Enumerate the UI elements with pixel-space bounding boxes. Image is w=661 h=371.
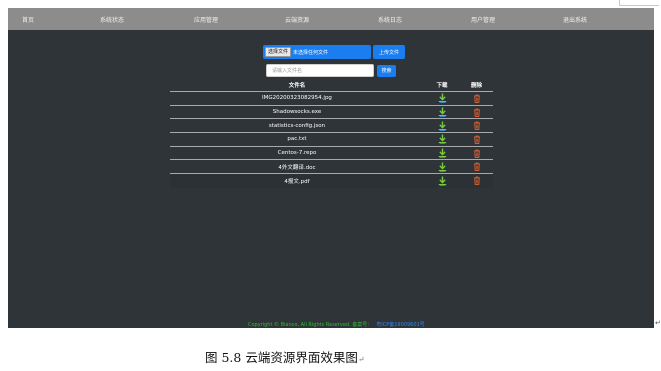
file-table: 文件名 下载 删除 IMG20200323082954.jpg Shadowsoc… [170, 78, 493, 188]
icp-link[interactable]: 粤ICP备19009601号 [376, 322, 424, 328]
choose-file-button[interactable]: 选择文件 [265, 47, 292, 57]
upload-button[interactable]: 上传文件 [373, 45, 405, 59]
download-icon[interactable] [424, 162, 460, 172]
download-icon[interactable] [424, 176, 460, 186]
header-delete: 删除 [470, 82, 482, 89]
page-corner-mark [619, 0, 659, 6]
table-row: 4外文翻译.doc [170, 160, 493, 175]
file-name: Centos-7.repo [277, 150, 317, 157]
file-name: pac.txt [287, 136, 307, 143]
delete-icon[interactable] [460, 94, 493, 103]
top-navbar: 首页 系统状态 应用管理 云端资源 系统日志 用户管理 退出系统 [8, 8, 654, 30]
file-name: Shadowsocks.exe [272, 109, 322, 116]
table-row: Shadowsocks.exe [170, 106, 493, 120]
copyright-text: Copyright © Bianco, All Rights Reserved.… [248, 322, 373, 328]
file-name: statistics-config.json [268, 122, 326, 129]
table-row: pac.txt [170, 133, 493, 147]
download-icon[interactable] [424, 121, 460, 131]
delete-icon[interactable] [460, 108, 493, 117]
header-filename: 文件名 [288, 82, 306, 89]
upload-row: 选择文件 未选择任何文件 上传文件 [263, 45, 405, 59]
file-name: IMG20200323082954.jpg [262, 95, 332, 102]
file-input[interactable]: 选择文件 未选择任何文件 [263, 45, 371, 59]
nav-system-log[interactable]: 系统日志 [378, 15, 402, 24]
nav-logout[interactable]: 退出系统 [563, 15, 587, 24]
delete-icon[interactable] [460, 121, 493, 131]
table-row: IMG20200323082954.jpg [170, 92, 493, 106]
table-body: IMG20200323082954.jpg Shadowsocks.exe stat… [170, 92, 493, 188]
nav-app-manage[interactable]: 应用管理 [194, 15, 218, 24]
search-button[interactable]: 搜索 [377, 64, 396, 77]
delete-icon[interactable] [460, 149, 493, 158]
nav-user-manage[interactable]: 用户管理 [471, 15, 495, 24]
file-name: 4外文翻译.doc [278, 164, 316, 171]
search-row: 请输入文件名 搜索 [266, 64, 396, 77]
table-row: Centos-7.repo [170, 147, 493, 161]
download-icon[interactable] [424, 93, 460, 104]
nav-home[interactable]: 首页 [22, 15, 34, 24]
nav-cloud-resources[interactable]: 云端资源 [285, 15, 309, 24]
caption-paragraph-mark: ↵ [357, 355, 365, 364]
table-header: 文件名 下载 删除 [170, 78, 493, 92]
caption-text: 图 5.8 云端资源界面效果图 [205, 350, 358, 365]
header-download: 下载 [436, 82, 448, 89]
return-mark-icon: ↵ [655, 319, 661, 327]
download-icon[interactable] [424, 107, 460, 118]
download-icon[interactable] [424, 148, 460, 159]
search-input[interactable]: 请输入文件名 [266, 64, 374, 77]
nav-system-status[interactable]: 系统状态 [100, 15, 124, 24]
file-name: 4报文.pdf [284, 178, 310, 185]
delete-icon[interactable] [460, 162, 493, 172]
download-icon[interactable] [424, 134, 460, 145]
no-file-text: 未选择任何文件 [293, 49, 329, 56]
table-row: 4报文.pdf [170, 174, 493, 188]
app-window: 首页 系统状态 应用管理 云端资源 系统日志 用户管理 退出系统 选择文件 未选… [8, 8, 654, 328]
table-row: statistics-config.json [170, 119, 493, 134]
delete-icon[interactable] [460, 135, 493, 144]
delete-icon[interactable] [460, 176, 493, 186]
figure-caption: 图 5.8 云端资源界面效果图↵ [205, 347, 365, 366]
footer: Copyright © Bianco, All Rights Reserved.… [248, 321, 425, 328]
